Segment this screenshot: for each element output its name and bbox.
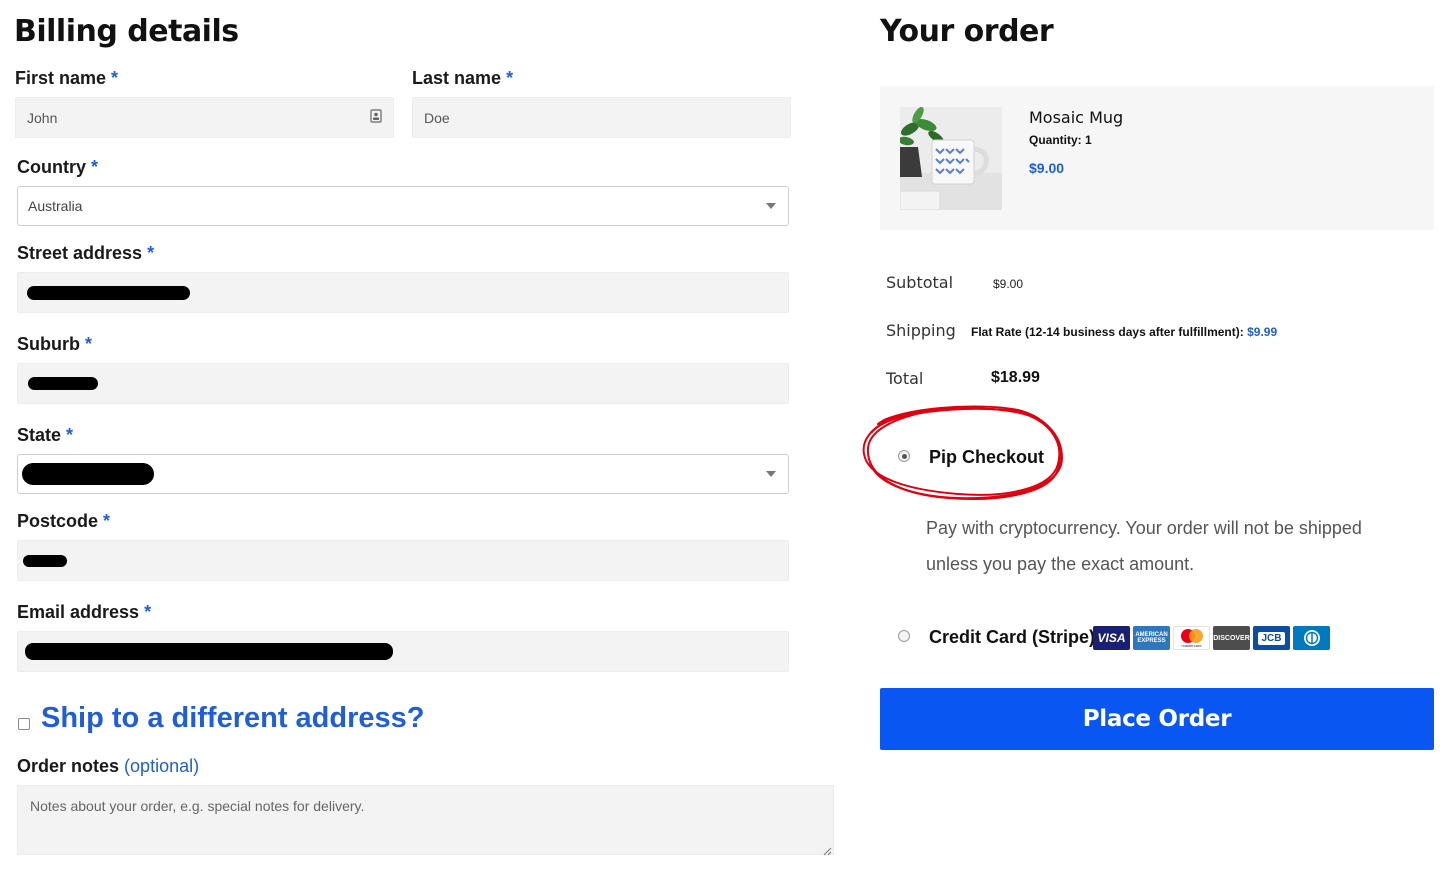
- country-value: Australia: [28, 198, 83, 214]
- chevron-down-icon: [766, 203, 776, 209]
- mastercard-icon: mastercard: [1173, 626, 1210, 650]
- order-notes-label: Order notes (optional): [17, 756, 200, 776]
- suburb-input[interactable]: [17, 363, 789, 404]
- country-select[interactable]: Australia: [17, 186, 789, 226]
- total-label: Total: [886, 369, 924, 388]
- first-name-value: John: [27, 109, 58, 126]
- diners-club-icon: [1293, 626, 1330, 650]
- order-notes-placeholder: Notes about your order, e.g. special not…: [30, 798, 365, 814]
- order-notes-textarea[interactable]: Notes about your order, e.g. special not…: [17, 785, 834, 855]
- postcode-input[interactable]: [17, 540, 789, 581]
- redaction-mark: [28, 377, 98, 390]
- chevron-down-icon: [766, 471, 776, 477]
- shipping-label: Shipping: [886, 321, 956, 340]
- subtotal-label: Subtotal: [886, 273, 954, 292]
- ship-different-heading[interactable]: Ship to a different address?: [41, 702, 425, 735]
- redaction-mark: [25, 643, 393, 660]
- pip-checkout-description: Pay with cryptocurrency. Your order will…: [926, 518, 1362, 574]
- suburb-label: Suburb *: [17, 334, 93, 354]
- shipping-method: Flat Rate (12-14 business days after ful…: [971, 325, 1278, 339]
- resize-handle-icon[interactable]: [822, 843, 832, 856]
- discover-icon: DISCOVER: [1213, 626, 1250, 650]
- email-input[interactable]: [17, 631, 789, 672]
- place-order-button[interactable]: Place Order: [880, 688, 1434, 750]
- redaction-mark: [23, 554, 67, 567]
- total-value: $18.99: [991, 369, 1040, 386]
- postcode-label: Postcode *: [17, 511, 111, 531]
- product-name[interactable]: Mosaic Mug: [1029, 108, 1123, 127]
- last-name-value: Doe: [424, 109, 450, 126]
- street-address-input[interactable]: [17, 272, 789, 313]
- product-image[interactable]: [900, 107, 1002, 210]
- last-name-input[interactable]: Doe: [412, 97, 791, 138]
- american-express-icon: AMERICAN EXPRESS: [1133, 626, 1170, 650]
- country-label: Country *: [17, 157, 99, 177]
- order-title: Your order: [880, 14, 1054, 49]
- last-name-label: Last name *: [412, 68, 514, 88]
- email-label: Email address *: [17, 602, 152, 622]
- credit-card-stripe-label[interactable]: Credit Card (Stripe): [929, 627, 1095, 648]
- redaction-mark: [22, 463, 154, 485]
- visa-icon: VISA: [1093, 626, 1130, 650]
- state-label: State *: [17, 425, 74, 445]
- redaction-mark: [27, 285, 190, 300]
- product-price: $9.00: [1029, 160, 1065, 176]
- first-name-label: First name *: [15, 68, 119, 88]
- annotation-circle: [862, 405, 1064, 500]
- subtotal-value: $9.00: [993, 277, 1024, 291]
- billing-title: Billing details: [14, 14, 239, 49]
- first-name-input[interactable]: John: [15, 97, 394, 138]
- credit-card-stripe-radio[interactable]: [898, 630, 910, 642]
- state-select[interactable]: [17, 454, 789, 494]
- contact-card-icon[interactable]: [370, 109, 382, 126]
- product-quantity: Quantity: 1: [1029, 133, 1092, 147]
- jcb-icon: JCB: [1253, 626, 1290, 650]
- ship-different-checkbox[interactable]: [18, 718, 30, 730]
- street-address-label: Street address *: [17, 243, 155, 263]
